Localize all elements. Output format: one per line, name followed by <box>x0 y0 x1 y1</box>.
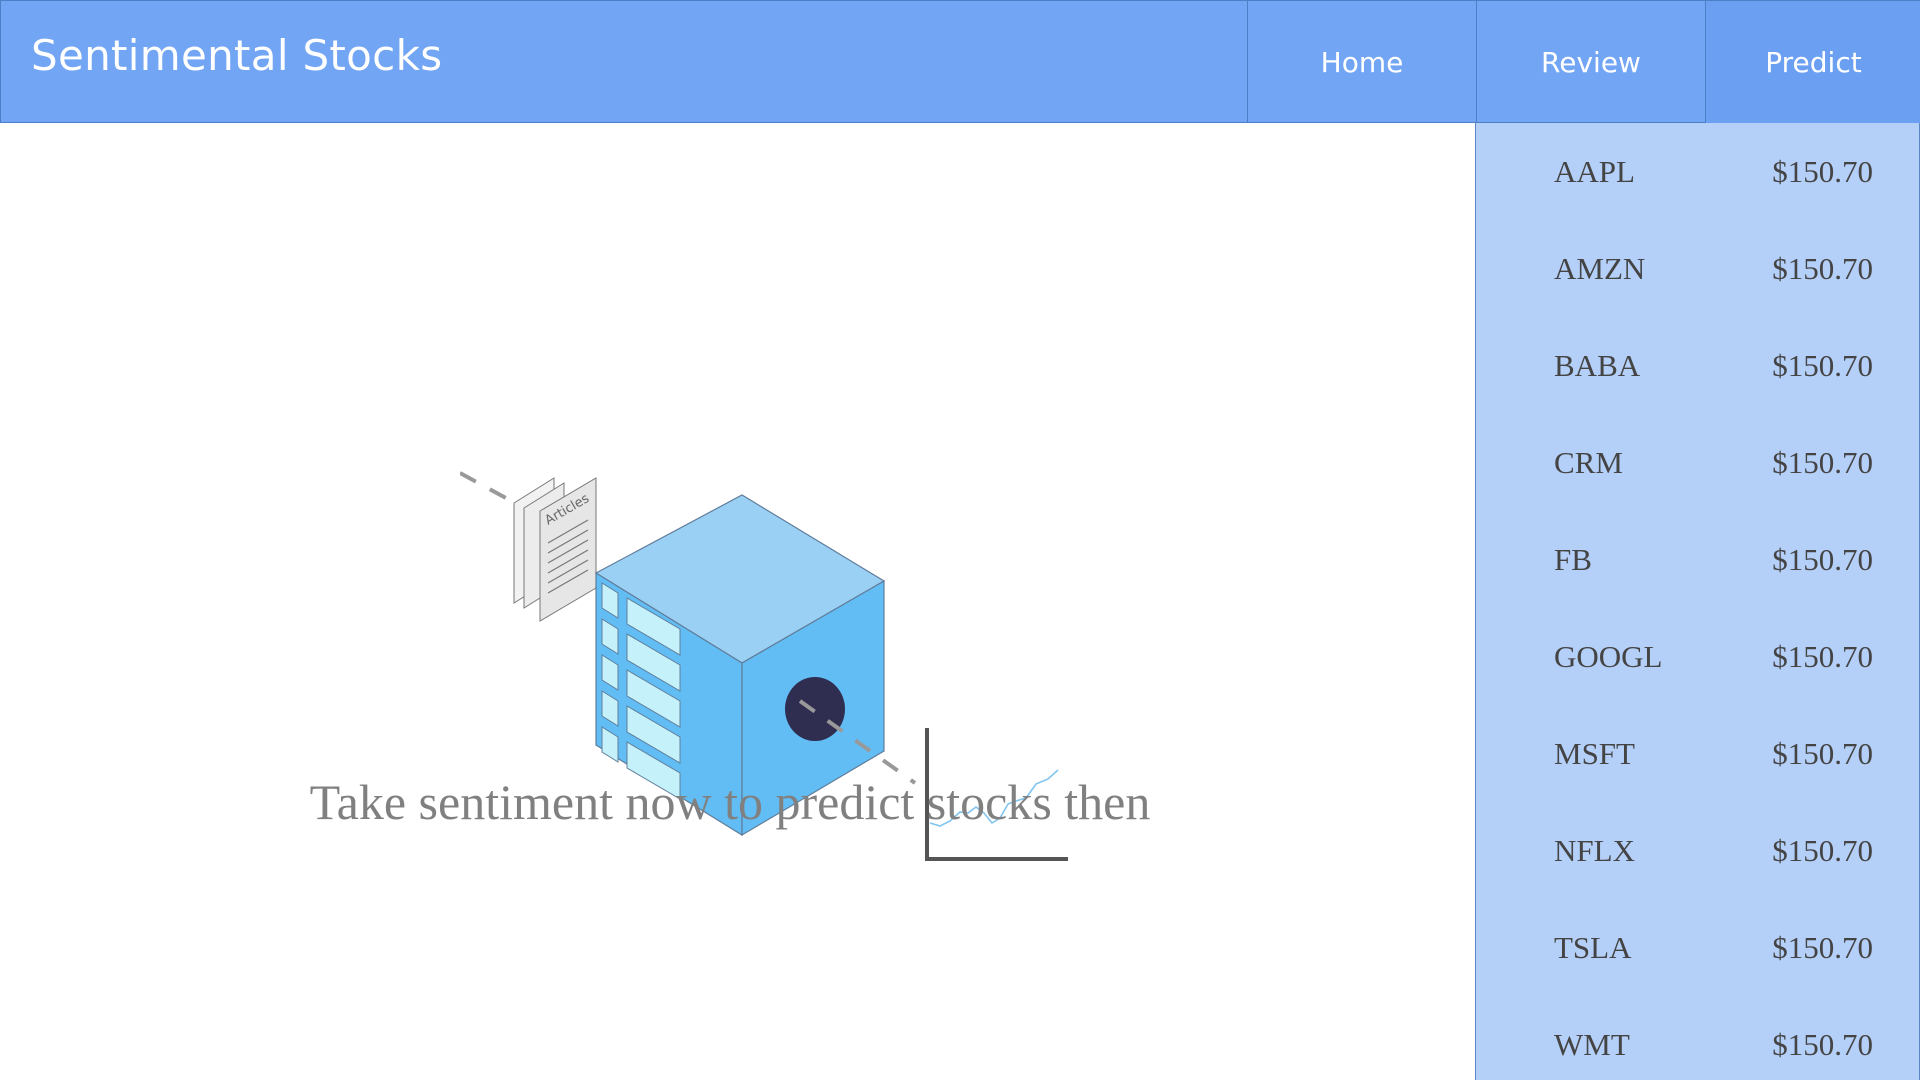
ticker-symbol: AMZN <box>1554 251 1646 286</box>
nav-predict[interactable]: Predict <box>1705 1 1920 123</box>
ticker-symbol: FB <box>1554 542 1592 577</box>
ticker-price: $150.70 <box>1772 348 1873 383</box>
ticker-price: $150.70 <box>1772 736 1873 771</box>
ticker-sidebar: AAPL $150.70 AMZN $150.70 BABA $150.70 C… <box>1475 123 1920 1080</box>
ticker-symbol: MSFT <box>1554 736 1635 771</box>
ticker-price: $150.70 <box>1772 639 1873 674</box>
ticker-symbol: WMT <box>1554 1027 1630 1062</box>
ticker-price: $150.70 <box>1772 154 1873 189</box>
ticker-price: $150.70 <box>1772 1027 1873 1062</box>
ticker-price: $150.70 <box>1772 930 1873 965</box>
ticker-price: $150.70 <box>1772 833 1873 868</box>
ticker-price: $150.70 <box>1772 251 1873 286</box>
ticker-row-crm[interactable]: CRM $150.70 <box>1476 433 1919 493</box>
ticker-symbol: GOOGL <box>1554 639 1663 674</box>
ticker-symbol: AAPL <box>1554 154 1635 189</box>
ticker-price: $150.70 <box>1772 445 1873 480</box>
ticker-symbol: CRM <box>1554 445 1623 480</box>
ticker-row-wmt[interactable]: WMT $150.70 <box>1476 1015 1919 1075</box>
ticker-row-msft[interactable]: MSFT $150.70 <box>1476 724 1919 784</box>
nav-review[interactable]: Review <box>1476 1 1705 123</box>
ticker-row-baba[interactable]: BABA $150.70 <box>1476 336 1919 396</box>
ticker-symbol: TSLA <box>1554 930 1632 965</box>
ticker-price: $150.70 <box>1772 542 1873 577</box>
ticker-symbol: NFLX <box>1554 833 1635 868</box>
top-navbar: Sentimental Stocks Home Review Predict <box>0 0 1920 123</box>
ticker-row-aapl[interactable]: AAPL $150.70 <box>1476 142 1919 202</box>
ticker-row-tsla[interactable]: TSLA $150.70 <box>1476 918 1919 978</box>
ticker-row-googl[interactable]: GOOGL $150.70 <box>1476 627 1919 687</box>
ticker-row-amzn[interactable]: AMZN $150.70 <box>1476 239 1919 299</box>
ticker-row-fb[interactable]: FB $150.70 <box>1476 530 1919 590</box>
ticker-row-nflx[interactable]: NFLX $150.70 <box>1476 821 1919 881</box>
nav-home[interactable]: Home <box>1247 1 1476 123</box>
articles-stack-icon: Articles <box>513 477 597 622</box>
lens-icon <box>785 677 845 741</box>
ticker-symbol: BABA <box>1554 348 1641 383</box>
hero-tagline: Take sentiment now to predict stocks the… <box>309 774 1151 830</box>
hero-section: Articles Take sentiment now to predict s… <box>0 123 1475 1080</box>
brand-title[interactable]: Sentimental Stocks <box>31 31 442 80</box>
